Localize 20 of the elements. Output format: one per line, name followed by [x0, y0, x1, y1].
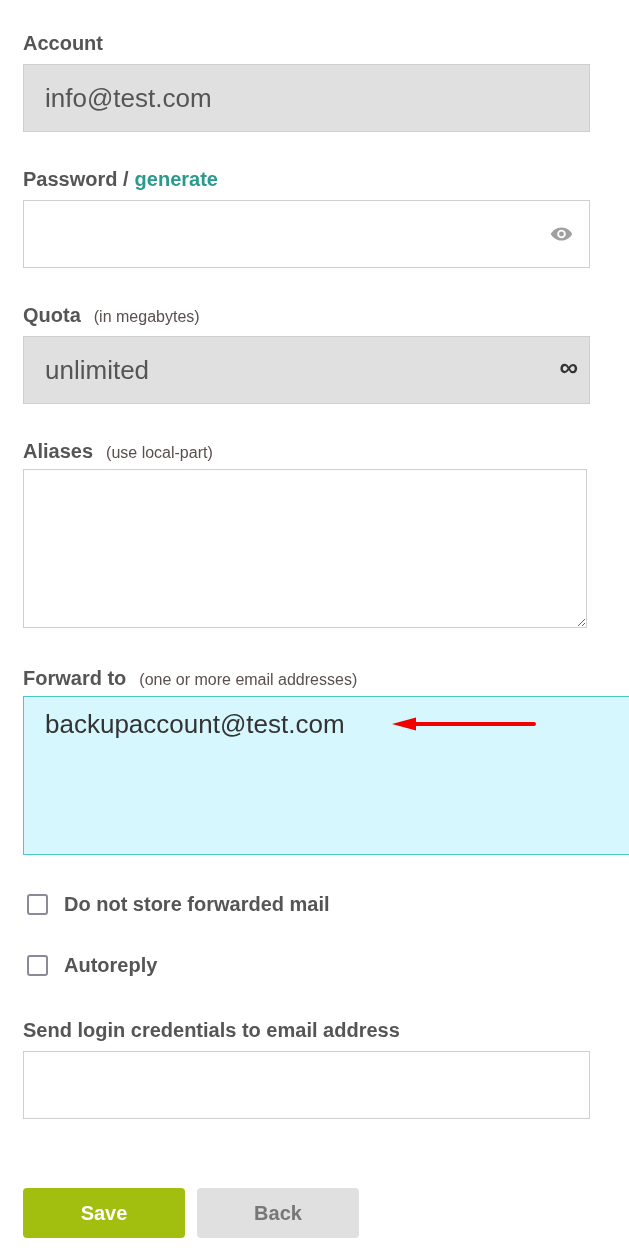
field-label: Password / [23, 167, 129, 191]
field-hint: (one or more email addresses) [139, 671, 358, 689]
checkbox[interactable] [27, 954, 48, 976]
infinity-sign: ∞ [559, 354, 578, 380]
checkbox[interactable] [27, 893, 48, 915]
checkbox-label: Do not store forwarded mail [64, 892, 330, 916]
field-label: Forward to [23, 666, 127, 690]
field-label: Aliases [23, 439, 94, 463]
checkbox-label: Autoreply [64, 953, 158, 977]
field-label: Send login credentials to email address [23, 1018, 400, 1042]
field-label: Account [23, 31, 103, 55]
field-hint: (use local-part) [106, 444, 213, 462]
input-field[interactable] [23, 1051, 590, 1119]
eye-icon[interactable] [550, 227, 573, 241]
back-button[interactable]: Back [197, 1188, 359, 1238]
field-label: Quota [23, 303, 81, 327]
password-field[interactable] [23, 200, 590, 268]
generate-link[interactable]: generate [134, 167, 218, 191]
text-area[interactable]: backupaccount@test.com [23, 696, 629, 855]
field-hint: (in megabytes) [93, 308, 200, 326]
